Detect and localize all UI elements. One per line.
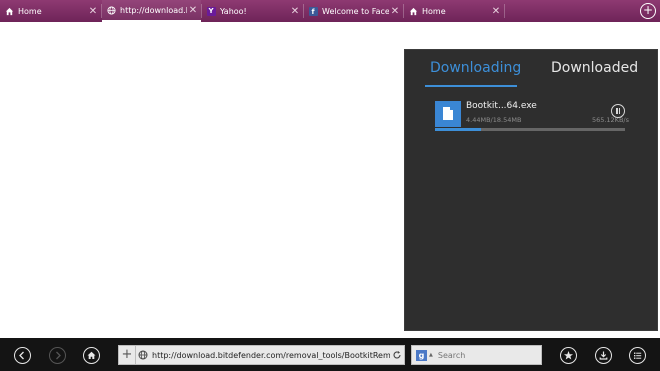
add-favorite-icon[interactable]: + — [119, 346, 136, 364]
facebook-icon: f — [308, 6, 318, 16]
tab-downloaded[interactable]: Downloaded — [551, 60, 638, 76]
bottom-app-bar: + http://download.bitdefender.com/remova… — [0, 338, 660, 371]
tab-home-2[interactable]: Home ✕ — [404, 0, 504, 22]
download-item[interactable]: Bootkit...64.exe 4.44MB/18.54MB 565.12KB… — [435, 100, 629, 132]
tab-divider — [504, 4, 505, 18]
download-progress-bar — [435, 128, 625, 131]
download-size: 4.44MB/18.54MB — [466, 116, 522, 124]
downloads-button[interactable] — [595, 347, 612, 364]
back-button[interactable] — [14, 347, 31, 364]
download-progress-fill — [435, 128, 481, 131]
arrow-right-icon — [56, 351, 61, 360]
home-icon — [4, 6, 14, 16]
active-tab-indicator — [425, 85, 517, 87]
refresh-icon[interactable] — [390, 350, 404, 360]
tab-bitdefender[interactable]: http://download.bitde ✕ — [102, 0, 201, 22]
url-text[interactable]: http://download.bitdefender.com/removal_… — [150, 351, 390, 360]
home-icon — [408, 6, 418, 16]
globe-icon — [136, 350, 150, 360]
address-bar[interactable]: + http://download.bitdefender.com/remova… — [118, 345, 405, 365]
close-icon[interactable]: ✕ — [490, 6, 502, 17]
forward-button[interactable] — [49, 347, 66, 364]
tab-facebook[interactable]: f Welcome to Facebook ✕ — [304, 0, 403, 22]
menu-button[interactable] — [629, 347, 646, 364]
close-icon[interactable]: ✕ — [289, 6, 301, 17]
tab-title: Yahoo! — [220, 6, 247, 16]
download-icon — [599, 351, 608, 360]
home-button[interactable] — [83, 347, 100, 364]
tab-yahoo[interactable]: Y Yahoo! ✕ — [202, 0, 303, 22]
globe-icon — [106, 5, 116, 15]
tab-downloading[interactable]: Downloading — [430, 60, 521, 76]
yahoo-icon: Y — [206, 6, 216, 16]
pause-icon[interactable] — [611, 104, 625, 118]
chevron-up-icon[interactable]: ▲ — [429, 352, 433, 358]
downloads-panel: Downloading Downloaded Bootkit...64.exe … — [404, 49, 658, 331]
search-input[interactable] — [437, 350, 528, 360]
favorites-button[interactable] — [560, 347, 577, 364]
tab-title: Home — [18, 6, 42, 16]
new-tab-button[interactable]: + — [640, 3, 656, 19]
tab-title: http://download.bitde — [120, 5, 187, 15]
tab-title: Welcome to Facebook — [322, 6, 389, 16]
close-icon[interactable]: ✕ — [87, 6, 99, 17]
tab-home-1[interactable]: Home ✕ — [0, 0, 101, 22]
arrow-left-icon — [19, 351, 24, 360]
search-engine-icon[interactable]: g — [416, 349, 427, 361]
tab-bar: Home ✕ http://download.bitde ✕ Y Yahoo! … — [0, 0, 660, 22]
close-icon[interactable]: ✕ — [389, 6, 401, 17]
download-file-name: Bootkit...64.exe — [466, 101, 537, 111]
menu-list-icon — [634, 352, 642, 359]
file-icon — [435, 101, 461, 127]
home-icon — [87, 351, 96, 359]
search-bar[interactable]: g ▲ — [411, 345, 542, 365]
close-icon[interactable]: ✕ — [187, 5, 199, 16]
tab-title: Home — [422, 6, 446, 16]
star-icon — [564, 351, 573, 360]
download-speed: 565.12KB/s — [591, 116, 629, 124]
